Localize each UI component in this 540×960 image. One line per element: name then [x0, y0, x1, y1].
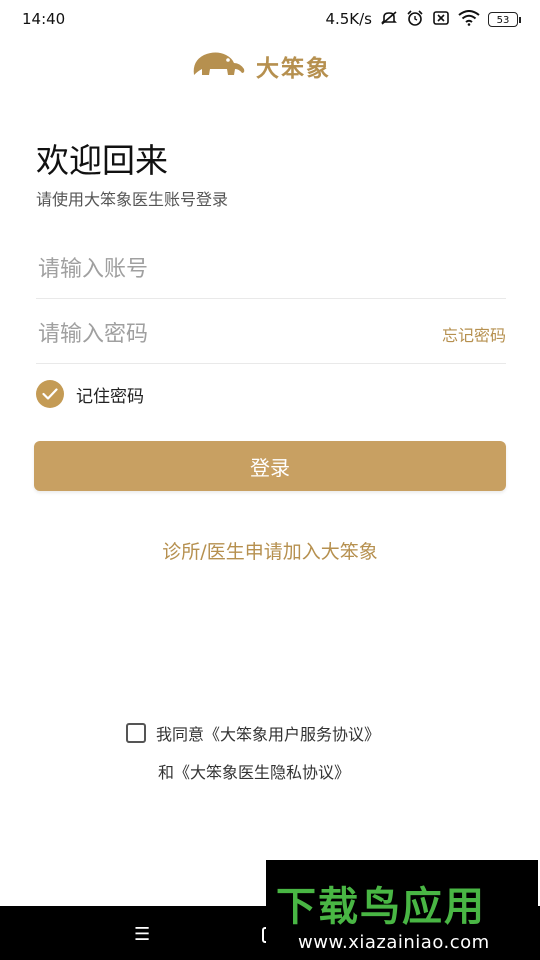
wifi-icon	[458, 9, 480, 29]
page-subtitle: 请使用大笨象医生账号登录	[36, 190, 229, 209]
status-icons: 4.5K/s 53	[325, 9, 521, 29]
password-field: 忘记密码	[36, 305, 506, 364]
remember-password-label: 记住密码	[76, 386, 144, 407]
watermark-url: www.xiazainiao.com	[298, 932, 490, 953]
page-title: 欢迎回来	[36, 141, 168, 180]
checkmark-icon[interactable]	[36, 380, 64, 408]
alarm-icon	[406, 9, 424, 29]
privacy-policy-link[interactable]: 《大笨象医生隐私协议》	[174, 763, 350, 782]
account-input[interactable]	[36, 255, 400, 283]
menu-icon[interactable]: ☰	[134, 924, 150, 945]
watermark: 下载鸟应用 www.xiazainiao.com	[266, 860, 538, 960]
watermark-title: 下载鸟应用	[276, 884, 486, 930]
login-button[interactable]: 登录	[34, 441, 506, 491]
sim-off-icon	[432, 10, 450, 29]
status-time: 14:40	[22, 10, 66, 28]
network-speed: 4.5K/s	[325, 10, 372, 28]
app-logo: 大笨象	[190, 46, 350, 86]
join-link[interactable]: 诊所/医生申请加入大笨象	[0, 537, 540, 564]
password-input[interactable]	[36, 320, 400, 348]
remember-password-toggle[interactable]: 记住密码	[36, 380, 144, 408]
forgot-password-link[interactable]: 忘记密码	[442, 322, 506, 346]
account-field	[36, 240, 506, 299]
user-agreement-link[interactable]: 《大笨象用户服务协议》	[204, 721, 380, 745]
elephant-icon	[190, 49, 248, 83]
agreement-prefix: 我同意	[156, 725, 205, 744]
agreement-connector: 和	[158, 763, 175, 782]
mute-icon	[380, 10, 398, 29]
agreement-line-2: 和《大笨象医生隐私协议》	[158, 759, 350, 783]
battery-icon: 53	[488, 11, 521, 27]
agreement-checkbox[interactable]	[126, 723, 146, 743]
status-bar: 14:40 4.5K/s 53	[0, 0, 540, 38]
agreement-row: 我同意 《大笨象用户服务协议》	[126, 721, 380, 745]
logo-text: 大笨象	[256, 56, 331, 82]
